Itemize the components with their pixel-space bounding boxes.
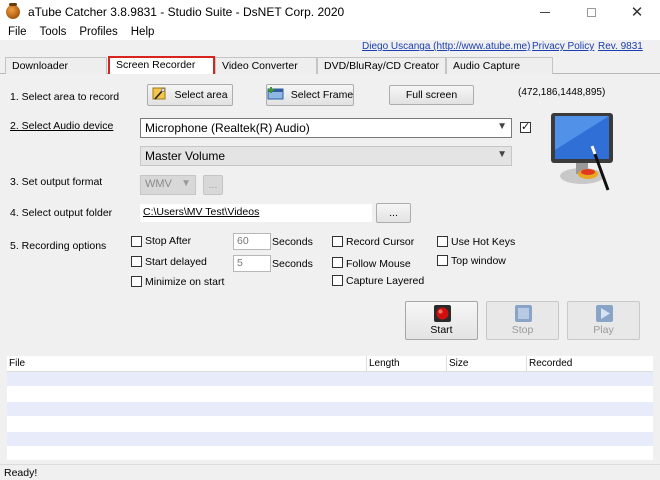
- minimize-on-start-label: Minimize on start: [145, 276, 225, 288]
- stop-record-button[interactable]: Stop: [486, 301, 559, 340]
- table-row: [7, 386, 653, 400]
- start-delayed-checkbox[interactable]: [131, 256, 142, 267]
- revision-link[interactable]: Rev. 9831: [598, 41, 643, 52]
- browse-label: ...: [389, 207, 398, 219]
- close-icon: ✕: [630, 4, 644, 21]
- tab-screen-recorder[interactable]: Screen Recorder: [108, 56, 215, 76]
- screen-recorder-panel: 1. Select area to record Select area Sel…: [0, 74, 660, 350]
- area-coordinates: (472,186,1448,895): [518, 87, 606, 98]
- status-bar: Ready!: [0, 464, 660, 480]
- window-controls: ✕: [522, 0, 660, 24]
- tab-video-converter[interactable]: Video Converter: [215, 57, 317, 74]
- step3-label: 3. Set output format: [10, 176, 103, 188]
- menu-file[interactable]: File: [3, 25, 32, 39]
- record-cursor-checkbox[interactable]: [332, 236, 343, 247]
- chevron-down-icon: ▼: [497, 121, 507, 132]
- seconds-label: Seconds: [272, 258, 313, 270]
- step2-label: 2. Select Audio device: [10, 120, 114, 132]
- minimize-button[interactable]: [522, 0, 568, 24]
- stop-after-label: Stop After: [145, 235, 192, 247]
- record-cursor-label: Record Cursor: [346, 236, 415, 248]
- step4-label: 4. Select output folder: [10, 207, 113, 219]
- link-bar: Diego Uscanga (http://www.atube.me) Priv…: [0, 40, 660, 54]
- record-icon: [434, 305, 451, 322]
- menu-help[interactable]: Help: [126, 25, 160, 39]
- window-title: aTube Catcher 3.8.9831 - Studio Suite - …: [28, 5, 345, 19]
- app-icon: [6, 3, 20, 19]
- step1-label: 1. Select area to record: [10, 91, 120, 103]
- chevron-down-icon: ▼: [497, 149, 507, 160]
- browse-folder-button[interactable]: ...: [376, 203, 411, 223]
- start-record-button[interactable]: Start: [405, 301, 478, 340]
- audio-device-value: Microphone (Realtek(R) Audio): [145, 121, 310, 135]
- tab-dvd-creator[interactable]: DVD/BluRay/CD Creator: [317, 57, 446, 74]
- format-options-label: ...: [208, 179, 218, 191]
- frame-icon: [267, 86, 285, 104]
- start-delayed-label: Start delayed: [145, 256, 207, 268]
- play-label: Play: [593, 324, 614, 336]
- format-select[interactable]: WMV ▼: [140, 175, 196, 195]
- privacy-policy-link[interactable]: Privacy Policy: [532, 41, 594, 52]
- select-area-button[interactable]: Select area: [147, 84, 233, 106]
- full-screen-button[interactable]: Full screen: [389, 85, 474, 105]
- capture-layered-label: Capture Layered: [346, 275, 425, 287]
- close-button[interactable]: ✕: [614, 0, 660, 24]
- stop-icon: [515, 305, 532, 322]
- table-row: [7, 446, 653, 460]
- table-row: [7, 432, 653, 446]
- start-delayed-input[interactable]: 5: [233, 255, 271, 272]
- format-value: WMV: [145, 178, 172, 190]
- table-row: [7, 402, 653, 416]
- column-recorded[interactable]: Recorded: [527, 356, 653, 372]
- start-label: Start: [430, 324, 453, 336]
- menu-tools[interactable]: Tools: [35, 25, 72, 39]
- audio-source-value: Master Volume: [145, 149, 226, 163]
- author-link[interactable]: Diego Uscanga (http://www.atube.me): [362, 41, 530, 52]
- menu-profiles[interactable]: Profiles: [74, 25, 122, 39]
- screen-recorder-logo: [548, 110, 618, 194]
- recordings-table[interactable]: File Length Size Recorded: [7, 356, 653, 460]
- top-window-label: Top window: [451, 255, 506, 267]
- follow-mouse-checkbox[interactable]: [332, 257, 343, 268]
- menu-bar: File Tools Profiles Help: [0, 24, 660, 40]
- stop-label: Stop: [511, 324, 534, 336]
- output-folder-field[interactable]: C:\Users\MV Test\Videos: [140, 204, 372, 222]
- stop-after-checkbox[interactable]: [131, 236, 142, 247]
- use-hot-keys-label: Use Hot Keys: [451, 236, 516, 248]
- select-frame-button[interactable]: Select Frame: [266, 84, 354, 106]
- select-frame-label: Select Frame: [290, 89, 354, 101]
- minimize-icon: [540, 11, 550, 13]
- magic-wand-icon: [152, 87, 168, 104]
- maximize-button[interactable]: [568, 0, 614, 24]
- status-text: Ready!: [4, 467, 38, 479]
- tab-strip: Downloader Screen Recorder Video Convert…: [0, 56, 660, 76]
- seconds-label: Seconds: [272, 236, 313, 248]
- audio-source-select[interactable]: Master Volume ▼: [140, 146, 512, 166]
- select-area-label: Select area: [174, 89, 228, 101]
- column-file[interactable]: File: [7, 356, 367, 372]
- minimize-on-start-checkbox[interactable]: [131, 276, 142, 287]
- maximize-icon: [586, 7, 596, 17]
- top-window-checkbox[interactable]: [437, 255, 448, 266]
- follow-mouse-label: Follow Mouse: [346, 258, 411, 270]
- play-button[interactable]: Play: [567, 301, 640, 340]
- table-row: [7, 416, 653, 430]
- column-length[interactable]: Length: [367, 356, 447, 372]
- column-size[interactable]: Size: [447, 356, 527, 372]
- table-row: [7, 372, 653, 386]
- tab-downloader[interactable]: Downloader: [5, 57, 107, 74]
- stop-after-input[interactable]: 60: [233, 233, 271, 250]
- use-hot-keys-checkbox[interactable]: [437, 236, 448, 247]
- audio-enabled-checkbox[interactable]: [520, 120, 531, 133]
- step5-label: 5. Recording options: [10, 240, 107, 252]
- chevron-down-icon: ▼: [181, 178, 191, 189]
- full-screen-label: Full screen: [405, 89, 458, 101]
- format-options-button[interactable]: ...: [203, 175, 223, 195]
- tab-audio-capture[interactable]: Audio Capture: [446, 57, 553, 74]
- audio-device-select[interactable]: Microphone (Realtek(R) Audio) ▼: [140, 118, 512, 138]
- title-bar[interactable]: aTube Catcher 3.8.9831 - Studio Suite - …: [0, 0, 660, 24]
- capture-layered-checkbox[interactable]: [332, 275, 343, 286]
- play-icon: [596, 305, 613, 322]
